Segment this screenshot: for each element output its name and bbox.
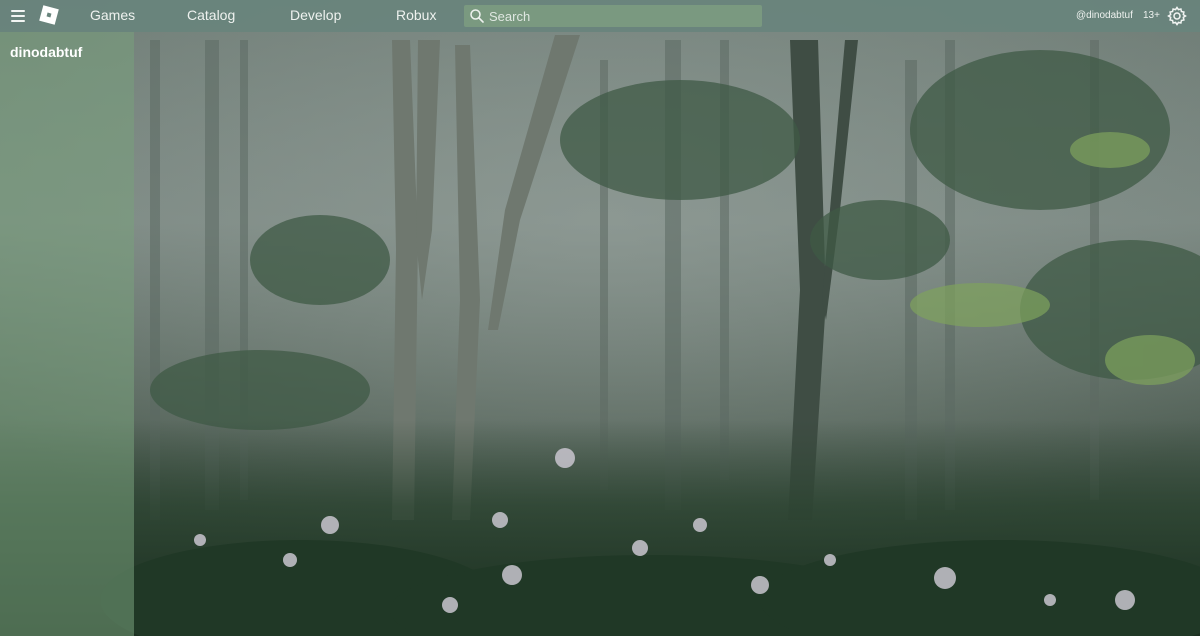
search-bar[interactable] [464, 5, 762, 27]
nav-catalog-link[interactable]: Catalog [187, 7, 235, 23]
gear-icon[interactable] [1167, 6, 1187, 26]
page: Games Catalog Develop Robux @dinodabtuf … [0, 0, 1200, 636]
nav-develop-link[interactable]: Develop [290, 7, 341, 23]
top-navigation-bar: Games Catalog Develop Robux @dinodabtuf … [0, 0, 1200, 32]
nav-robux-link[interactable]: Robux [396, 7, 436, 23]
sidebar-username-link[interactable]: dinodabtuf [10, 44, 82, 60]
nav-games-link[interactable]: Games [90, 7, 135, 23]
roblox-logo[interactable] [38, 4, 60, 26]
account-username-link[interactable]: @dinodabtuf [1076, 10, 1133, 21]
left-sidebar: dinodabtuf [0, 32, 134, 636]
search-icon [470, 9, 484, 23]
search-input[interactable] [489, 7, 749, 25]
age-badge: 13+ [1143, 10, 1160, 21]
forest-background-image [0, 0, 1200, 636]
hamburger-menu-icon[interactable] [9, 8, 27, 24]
